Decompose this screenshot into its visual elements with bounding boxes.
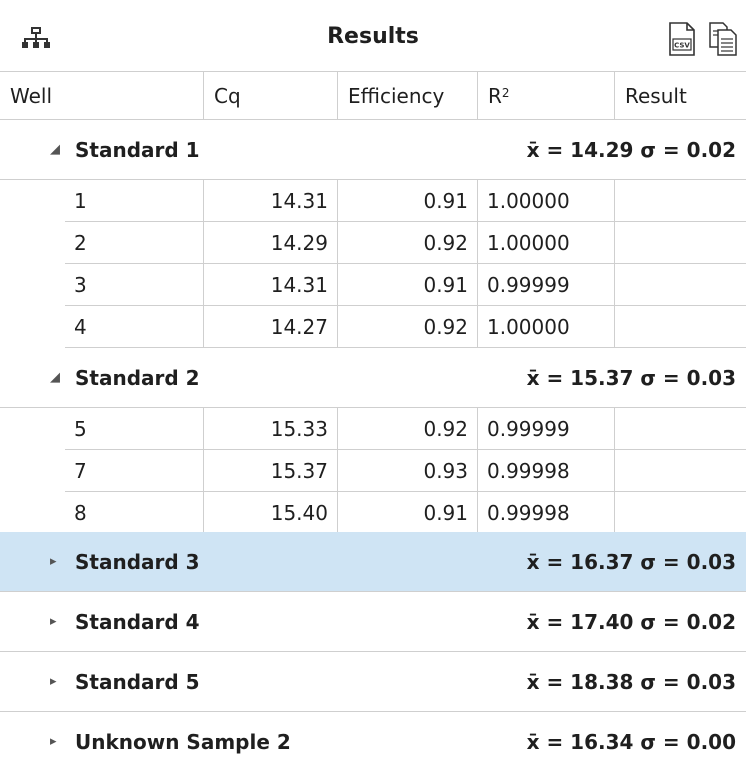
column-header-r2-label: R	[488, 84, 502, 108]
triangle-collapsed-icon[interactable]: ▸	[50, 652, 64, 712]
efficiency-cell: 0.92	[338, 222, 478, 263]
column-header-r2[interactable]: R2	[478, 72, 615, 119]
column-header-well[interactable]: Well	[0, 72, 204, 119]
copy-icon[interactable]	[708, 22, 738, 56]
well-cell: 7	[65, 450, 204, 491]
result-cell	[615, 492, 746, 533]
group-stats: x̄ = 14.29 σ = 0.02	[526, 138, 736, 162]
cq-cell: 15.40	[204, 492, 338, 533]
well-cell: 8	[65, 492, 204, 533]
table-row[interactable]: 8 15.40 0.91 0.99998	[65, 492, 746, 534]
csv-icon-label: CSV	[674, 42, 690, 50]
table-row[interactable]: 7 15.37 0.93 0.99998	[65, 450, 746, 492]
group-stats: x̄ = 16.34 σ = 0.00	[526, 730, 736, 754]
triangle-collapsed-icon[interactable]: ▸	[50, 532, 64, 592]
well-cell: 3	[65, 264, 204, 305]
table-row[interactable]: 2 14.29 0.92 1.00000	[65, 222, 746, 264]
cq-cell: 14.31	[204, 264, 338, 305]
cq-cell: 15.37	[204, 450, 338, 491]
group-row-standard-5[interactable]: ▸ Standard 5 x̄ = 18.38 σ = 0.03	[0, 652, 746, 712]
efficiency-cell: 0.92	[338, 408, 478, 449]
r2-cell: 0.99999	[478, 264, 615, 305]
results-title-bar: Results CSV	[0, 0, 746, 72]
r2-cell: 0.99999	[478, 408, 615, 449]
triangle-expanded-icon[interactable]: ◢	[50, 120, 64, 180]
well-cell: 2	[65, 222, 204, 263]
r2-cell: 1.00000	[478, 306, 615, 347]
efficiency-cell: 0.93	[338, 450, 478, 491]
group-row-standard-3[interactable]: ▸ Standard 3 x̄ = 16.37 σ = 0.03	[0, 532, 746, 592]
group-stats: x̄ = 16.37 σ = 0.03	[526, 550, 736, 574]
group-name: Standard 5	[75, 670, 200, 694]
triangle-expanded-icon[interactable]: ◢	[50, 348, 64, 408]
result-cell	[615, 408, 746, 449]
efficiency-cell: 0.92	[338, 306, 478, 347]
group-row-unknown-sample-2[interactable]: ▸ Unknown Sample 2 x̄ = 16.34 σ = 0.00	[0, 712, 746, 763]
efficiency-cell: 0.91	[338, 264, 478, 305]
efficiency-cell: 0.91	[338, 180, 478, 221]
result-cell	[615, 222, 746, 263]
cq-cell: 14.27	[204, 306, 338, 347]
r2-cell: 1.00000	[478, 222, 615, 263]
group-stats: x̄ = 17.40 σ = 0.02	[526, 610, 736, 634]
well-cell: 5	[65, 408, 204, 449]
group-name: Standard 3	[75, 550, 200, 574]
column-header-result-label: Result	[625, 84, 687, 108]
r2-cell: 0.99998	[478, 450, 615, 491]
result-cell	[615, 306, 746, 347]
cq-cell: 14.29	[204, 222, 338, 263]
triangle-collapsed-icon[interactable]: ▸	[50, 592, 64, 652]
result-cell	[615, 264, 746, 305]
column-header-cq[interactable]: Cq	[204, 72, 338, 119]
column-header-cq-label: Cq	[214, 84, 241, 108]
well-cell: 4	[65, 306, 204, 347]
group-row-standard-1[interactable]: ◢ Standard 1 x̄ = 14.29 σ = 0.02	[0, 120, 746, 180]
column-header-well-label: Well	[10, 84, 53, 108]
well-cell: 1	[65, 180, 204, 221]
group-row-standard-4[interactable]: ▸ Standard 4 x̄ = 17.40 σ = 0.02	[0, 592, 746, 652]
column-header-row: Well Cq Efficiency R2 Result	[0, 72, 746, 120]
column-header-efficiency-label: Efficiency	[348, 84, 445, 108]
result-cell	[615, 450, 746, 491]
triangle-collapsed-icon[interactable]: ▸	[50, 712, 64, 763]
group-stats: x̄ = 18.38 σ = 0.03	[526, 670, 736, 694]
r2-cell: 0.99998	[478, 492, 615, 533]
efficiency-cell: 0.91	[338, 492, 478, 533]
r2-cell: 1.00000	[478, 180, 615, 221]
group-stats: x̄ = 15.37 σ = 0.03	[526, 366, 736, 390]
cq-cell: 14.31	[204, 180, 338, 221]
group-name: Standard 2	[75, 366, 200, 390]
table-row[interactable]: 1 14.31 0.91 1.00000	[65, 180, 746, 222]
group-name: Standard 1	[75, 138, 200, 162]
cq-cell: 15.33	[204, 408, 338, 449]
column-header-r2-superscript: 2	[501, 86, 510, 100]
panel-title: Results	[327, 24, 419, 49]
csv-export-icon[interactable]: CSV	[668, 22, 696, 56]
group-name: Unknown Sample 2	[75, 730, 291, 754]
table-row[interactable]: 4 14.27 0.92 1.00000	[65, 306, 746, 348]
column-header-result[interactable]: Result	[615, 72, 746, 119]
column-header-efficiency[interactable]: Efficiency	[338, 72, 478, 119]
table-row[interactable]: 5 15.33 0.92 0.99999	[65, 408, 746, 450]
result-cell	[615, 180, 746, 221]
group-row-standard-2[interactable]: ◢ Standard 2 x̄ = 15.37 σ = 0.03	[0, 348, 746, 408]
table-row[interactable]: 3 14.31 0.91 0.99999	[65, 264, 746, 306]
group-name: Standard 4	[75, 610, 200, 634]
